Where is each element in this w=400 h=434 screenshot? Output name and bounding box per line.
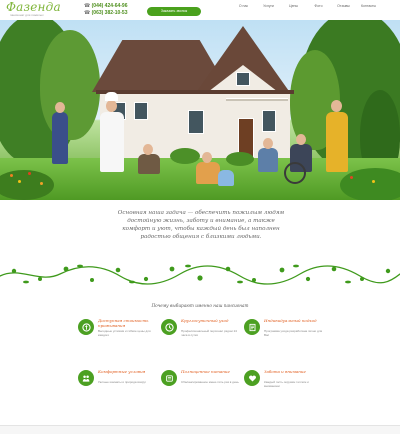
chef-hat	[105, 92, 118, 101]
slogan-line: Основная наша задача — обеспечить пожилы…	[117, 210, 285, 216]
feature-heading: Забота и внимание	[264, 369, 306, 374]
person-caregiver	[326, 112, 348, 172]
slogan-line: радостью общения с близкими людьми.	[140, 234, 262, 240]
person-head	[55, 102, 65, 113]
person-head	[331, 100, 342, 112]
person-child	[218, 170, 234, 186]
bush	[170, 148, 200, 164]
person-head	[143, 144, 153, 155]
flower	[40, 182, 43, 185]
wheelchair-wheel	[284, 162, 306, 184]
person-head	[106, 100, 117, 112]
house-window	[262, 110, 276, 132]
site-header: Фазенда пансионат для пожилых ☎ (044) 42…	[0, 0, 400, 20]
feature-text: Каждый гость окружён теплом и вниманием	[264, 380, 309, 388]
callback-button[interactable]: Заказать звонок	[147, 7, 201, 16]
nav-item[interactable]: О нас	[235, 4, 252, 8]
feature-heading: Комфортные условия	[98, 369, 146, 374]
nav-item[interactable]: Контакты	[360, 4, 377, 8]
feature-text: Профессиональный персонал рядом 24 часа …	[181, 329, 237, 337]
feature-heading: Доступная стоимость проживания	[98, 318, 149, 328]
food-icon	[161, 370, 177, 386]
slogan: Основная наша задача — обеспечить пожилы…	[98, 209, 304, 241]
flower	[28, 172, 31, 175]
hero-image	[0, 20, 400, 200]
nav-item[interactable]: Фото	[310, 4, 327, 8]
feature-text: Уютные комнаты и природа вокруг	[98, 380, 147, 384]
person-head	[263, 138, 273, 149]
phone-block: ☎ (044) 424-64-96 ☎ (063) 382-10-53	[84, 3, 128, 16]
nav-item[interactable]: Отзывы	[335, 4, 352, 8]
nav-item[interactable]: Услуги	[260, 4, 277, 8]
house-window	[188, 110, 204, 134]
nav-item[interactable]: Цены	[285, 4, 302, 8]
flower	[10, 174, 13, 177]
tree	[40, 30, 100, 140]
feature-item: Забота и внимание Каждый гость окружён т…	[244, 369, 344, 396]
flower	[18, 180, 21, 183]
feature-item: Индивидуальный подход Программа ухода ра…	[244, 318, 344, 345]
house-balcony	[226, 98, 288, 101]
house-eave	[96, 90, 294, 94]
slogan-line: комфорт и уют, чтобы каждый день был нап…	[122, 226, 280, 232]
feature-text: Выгодные условия и гибкие цены для каждо…	[98, 329, 151, 337]
logo[interactable]: Фазенда пансионат для пожилых	[6, 0, 76, 19]
person-head	[202, 152, 212, 163]
feature-text: Сбалансированное меню пять раз в день	[181, 380, 239, 384]
house-window	[134, 102, 148, 120]
logo-text: Фазенда	[6, 0, 61, 14]
phone-primary[interactable]: (044) 424-64-96	[92, 3, 128, 9]
feature-text: Программа ухода разработана лично для Ва…	[264, 329, 323, 337]
feature-heading: Индивидуальный подход	[264, 318, 317, 323]
slogan-line: достойную жизнь, заботу и внимание, а та…	[127, 218, 275, 224]
person-elderly	[258, 148, 278, 172]
bush	[226, 152, 254, 166]
feature-heading: Полноценное питание	[181, 369, 230, 374]
price-icon	[78, 319, 94, 335]
flower	[372, 180, 375, 183]
document-icon	[244, 319, 260, 335]
clock-icon	[161, 319, 177, 335]
feature-heading: Круглосуточный уход	[181, 318, 229, 323]
person-chef	[100, 112, 124, 172]
person-woman	[196, 162, 220, 184]
features-title: Почему выбирают именно наш пансионат	[151, 303, 249, 308]
heart-icon	[244, 370, 260, 386]
house-window	[236, 72, 250, 86]
footer-strip	[0, 425, 400, 434]
people-icon	[78, 370, 94, 386]
bush	[340, 168, 400, 200]
floral-ornament	[0, 264, 400, 285]
person-elderly	[138, 154, 160, 174]
logo-subtitle: пансионат для пожилых	[10, 13, 44, 17]
flower	[350, 176, 353, 179]
top-nav: О нас Услуги Цены Фото Отзывы Контакты	[235, 4, 377, 8]
phone-secondary[interactable]: (063) 382-10-53	[92, 10, 128, 16]
person-nurse	[52, 112, 68, 164]
person-head	[296, 134, 306, 145]
